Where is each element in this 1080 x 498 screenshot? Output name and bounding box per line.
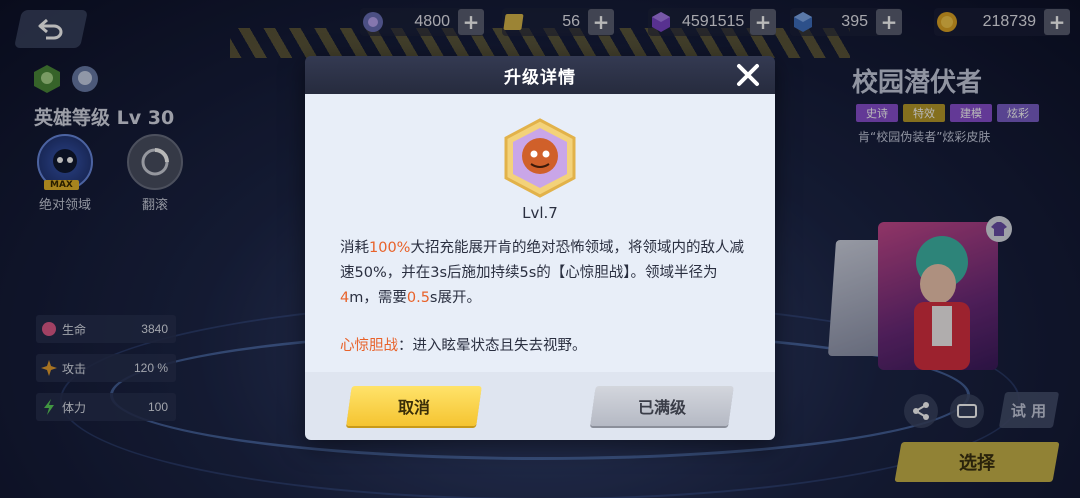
skill-description: 消耗100%大招充能展开肯的绝对恐怖领域，将领域内的敌人减速50%，并在3s后施… — [340, 236, 745, 311]
effect-name: 心惊胆战 — [340, 338, 398, 354]
skill-hex-badge-icon — [503, 118, 577, 198]
dialog-header: 升级详情 — [305, 56, 775, 94]
skill-level: Lvl.7 — [522, 204, 558, 222]
cancel-button[interactable]: 取消 — [346, 386, 482, 426]
status-effect-description: 心惊胆战：进入眩晕状态且失去视野。 — [340, 334, 587, 355]
max-level-button[interactable]: 已满级 — [590, 386, 734, 426]
max-level-label: 已满级 — [637, 398, 686, 417]
effect-text: ：进入眩晕状态且失去视野。 — [398, 338, 587, 354]
upgrade-details-dialog: 升级详情 Lvl.7 消耗100%大招充能展开肯的绝对恐怖领域，将领域内的敌人减… — [305, 56, 775, 440]
desc-highlight: 0.5 — [406, 290, 430, 306]
desc-highlight: 4 — [340, 290, 350, 306]
dialog-title: 升级详情 — [504, 67, 576, 88]
dialog-body: Lvl.7 消耗100%大招充能展开肯的绝对恐怖领域，将领域内的敌人减速50%，… — [305, 94, 775, 372]
close-icon — [737, 64, 759, 86]
close-button[interactable] — [733, 60, 763, 90]
cancel-label: 取消 — [397, 398, 430, 417]
desc-text: s展开。 — [429, 290, 481, 306]
desc-text: m，需要 — [349, 290, 407, 306]
desc-text: 消耗 — [340, 240, 369, 256]
dialog-footer: 取消 已满级 — [305, 372, 775, 440]
desc-highlight: 100% — [369, 240, 411, 256]
